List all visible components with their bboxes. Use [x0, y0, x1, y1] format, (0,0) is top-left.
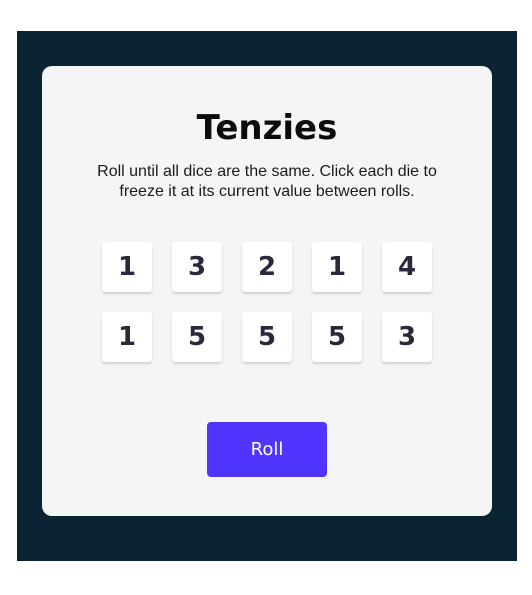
- die-7[interactable]: 5: [172, 312, 222, 362]
- die-8[interactable]: 5: [242, 312, 292, 362]
- die-3[interactable]: 2: [242, 242, 292, 292]
- die-5[interactable]: 4: [382, 242, 432, 292]
- page-title: Tenzies: [196, 108, 338, 148]
- app-background: Tenzies Roll until all dice are the same…: [17, 31, 517, 561]
- die-1[interactable]: 1: [102, 242, 152, 292]
- roll-button[interactable]: Roll: [207, 422, 327, 477]
- die-9[interactable]: 5: [312, 312, 362, 362]
- instructions-text: Roll until all dice are the same. Click …: [97, 163, 437, 200]
- die-2[interactable]: 3: [172, 242, 222, 292]
- dice-grid: 1 3 2 1 4 1 5 5 5 3: [102, 242, 432, 362]
- die-10[interactable]: 3: [382, 312, 432, 362]
- game-card: Tenzies Roll until all dice are the same…: [42, 66, 492, 516]
- die-4[interactable]: 1: [312, 242, 362, 292]
- die-6[interactable]: 1: [102, 312, 152, 362]
